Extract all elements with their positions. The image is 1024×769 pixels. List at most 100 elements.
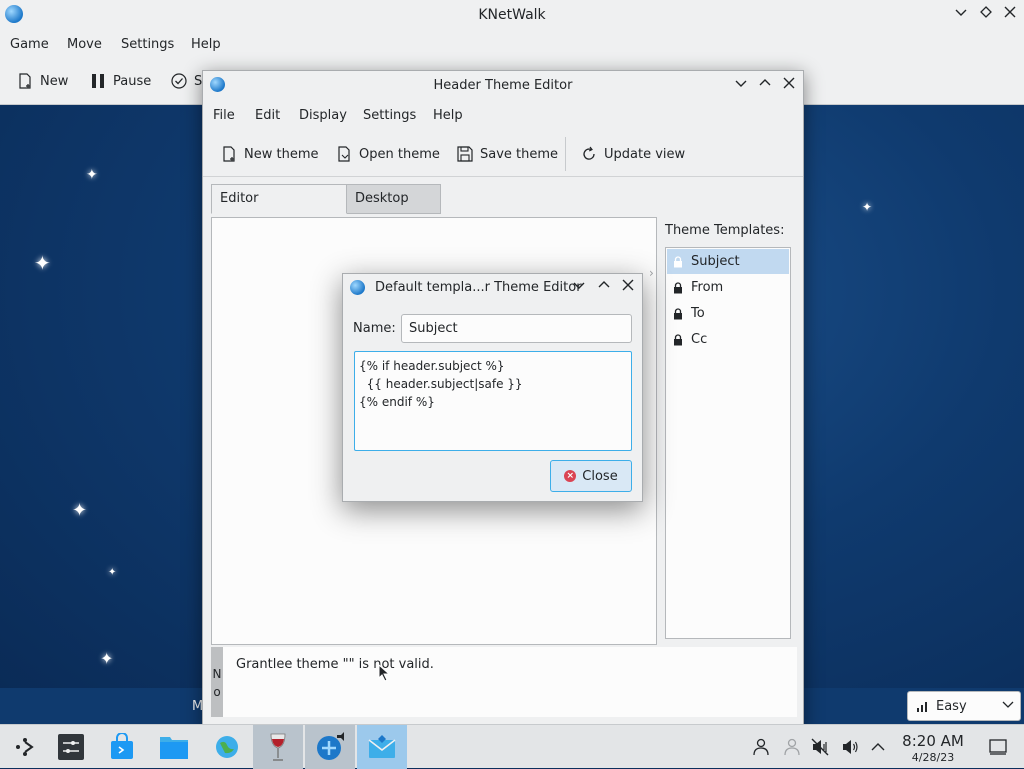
star: ✦ (34, 251, 51, 275)
difficulty-value: Easy (936, 698, 967, 714)
task-system-settings[interactable] (46, 725, 96, 769)
open-document-icon (338, 146, 350, 162)
window-title: KNetWalk (478, 7, 546, 23)
task-discover[interactable] (97, 725, 147, 769)
close-button[interactable] (1001, 6, 1019, 24)
menu-help[interactable]: Help (191, 37, 221, 52)
settings-sliders-icon (58, 734, 84, 760)
menu-game[interactable]: Game (10, 37, 49, 52)
maximize-button[interactable] (977, 6, 995, 24)
menu-file[interactable]: File (213, 108, 235, 123)
task-file-manager[interactable] (149, 725, 199, 769)
clock-date: 4/28/23 (911, 751, 955, 764)
editor-close-button[interactable] (780, 77, 798, 95)
menu-display[interactable]: Display (299, 108, 347, 123)
save-theme-button[interactable]: Save theme (457, 146, 558, 162)
code-line: {% endif %} (359, 395, 435, 409)
template-item-from[interactable]: From (667, 275, 789, 300)
mouse-cursor-icon (378, 664, 390, 682)
clock-time: 8:20 AM (902, 732, 964, 750)
taskbar: 8:20 AM 4/28/23 (0, 724, 1024, 769)
new-theme-button[interactable]: New theme (221, 146, 318, 162)
menu-move[interactable]: Move (67, 37, 102, 52)
editor-toolbar: New theme Open theme Save theme Update v… (203, 135, 803, 177)
knetwalk-titlebar[interactable]: KNetWalk (0, 0, 1024, 30)
user-switch-icon[interactable] (751, 737, 771, 757)
folder-icon (160, 737, 188, 759)
theme-templates-label: Theme Templates: (665, 223, 785, 238)
template-label: From (691, 280, 724, 295)
editor-titlebar[interactable]: Header Theme Editor (203, 71, 803, 101)
audio-muted-icon[interactable] (810, 737, 830, 757)
star: ✦ (72, 500, 88, 521)
application-launcher-button[interactable] (0, 725, 50, 769)
pause-icon (92, 74, 104, 88)
launcher-icon (16, 738, 34, 756)
menu-help[interactable]: Help (433, 108, 463, 123)
name-input[interactable]: Subject (401, 314, 632, 343)
code-line: {{ header.subject|safe }} (359, 377, 523, 391)
splitter-handle[interactable]: › (649, 266, 654, 280)
tab-desktop-file[interactable]: Desktop File (347, 184, 441, 234)
template-item-cc[interactable]: Cc (667, 327, 789, 352)
menu-settings[interactable]: Settings (121, 37, 174, 52)
update-view-button[interactable]: Update view (581, 146, 685, 162)
mail-icon (368, 735, 396, 758)
task-wine[interactable] (253, 725, 303, 769)
new-theme-label: New theme (244, 146, 319, 162)
lock-icon (674, 307, 682, 319)
open-theme-label: Open theme (359, 146, 440, 162)
knetwalk-icon (317, 732, 344, 760)
update-view-label: Update view (604, 146, 686, 162)
open-theme-button[interactable]: Open theme (336, 146, 440, 162)
save-icon (457, 146, 473, 162)
close-icon: × (564, 470, 577, 482)
difficulty-combobox[interactable]: Easy (907, 691, 1021, 721)
name-label: Name: (353, 321, 396, 336)
template-item-subject[interactable]: Subject (667, 249, 789, 274)
wine-glass-icon (270, 733, 286, 761)
chevron-down-icon (1002, 698, 1014, 714)
template-item-to[interactable]: To (667, 301, 789, 326)
star: ✦ (862, 200, 873, 214)
minimize-button[interactable] (952, 6, 970, 24)
shopping-bag-icon (111, 733, 133, 759)
task-header-theme-editor[interactable] (357, 725, 407, 769)
new-label: New (40, 73, 69, 89)
user-status-icon[interactable] (782, 737, 802, 757)
chevron-up-icon[interactable] (868, 737, 888, 757)
pause-button[interactable]: Pause (90, 73, 151, 89)
solve-button[interactable]: S (171, 73, 202, 89)
new-document-icon (223, 146, 235, 162)
theme-templates-list: Subject From To Cc (665, 247, 791, 639)
dialog-maximize-button[interactable] (595, 279, 613, 297)
dialog-app-icon (350, 280, 365, 295)
dialog-title: Default templa...r Theme Editor (375, 280, 582, 295)
show-desktop-icon[interactable] (988, 737, 1008, 757)
template-code-editor[interactable]: {% if header.subject %} {{ header.subjec… (354, 351, 632, 451)
refresh-icon (583, 146, 595, 160)
log-side-char: N (212, 667, 222, 681)
editor-maximize-button[interactable] (756, 77, 774, 95)
log-message: Grantlee theme "" is not valid. (236, 657, 434, 672)
dialog-close-action-button[interactable]: × Close (550, 460, 632, 492)
dialog-titlebar[interactable]: Default templa...r Theme Editor (343, 274, 642, 302)
new-game-button[interactable]: New (17, 73, 68, 89)
star: ✦ (86, 167, 98, 183)
dialog-close-button[interactable] (619, 279, 637, 297)
editor-minimize-button[interactable] (732, 77, 750, 95)
globe-icon (216, 736, 238, 758)
task-browser[interactable] (202, 725, 252, 769)
digital-clock[interactable]: 8:20 AM 4/28/23 (898, 732, 968, 764)
tab-editor[interactable]: Editor (header.html) (211, 184, 347, 234)
lock-icon (674, 255, 682, 267)
menu-settings[interactable]: Settings (363, 108, 416, 123)
menu-edit[interactable]: Edit (255, 108, 280, 123)
dialog-minimize-button[interactable] (570, 279, 588, 297)
message-log: N o Grantlee theme "" is not valid. (211, 647, 797, 717)
signal-bars-icon (917, 702, 927, 712)
checkmark-icon (171, 73, 187, 89)
task-knetwalk[interactable] (305, 725, 355, 769)
volume-icon[interactable] (840, 737, 860, 757)
new-document-icon (19, 73, 31, 89)
